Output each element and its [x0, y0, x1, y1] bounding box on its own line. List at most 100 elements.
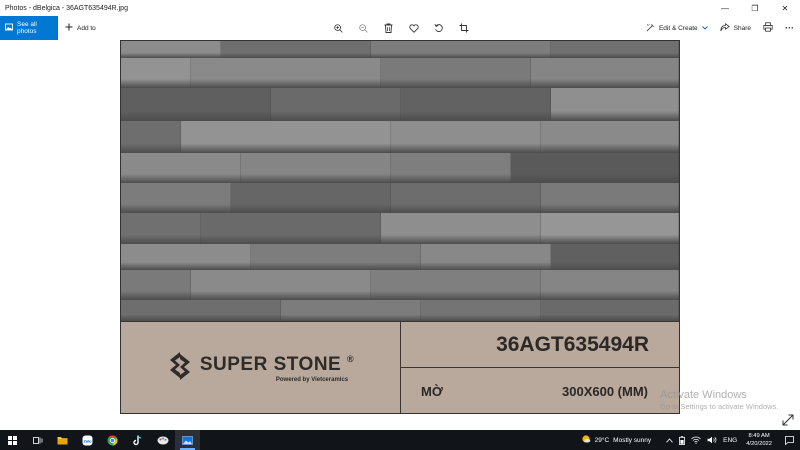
file-explorer-icon[interactable] — [50, 430, 75, 450]
temperature: 29°C — [594, 436, 610, 444]
watermark-title: Activate Windows — [660, 389, 747, 401]
more-options-button[interactable]: ··· — [785, 23, 794, 33]
watermark-subtitle: Go to Settings to activate Windows. — [660, 402, 779, 411]
weather-condition: Mostly sunny — [613, 436, 652, 444]
photos-window: Photos - dBelgica - 36AGT635494R.jpg — ❐… — [0, 0, 800, 430]
stone-slab — [391, 153, 511, 183]
photos-icon — [5, 23, 13, 33]
chevron-down-icon — [701, 25, 708, 32]
printer-icon — [763, 22, 773, 34]
product-code-cell: 36AGT635494R — [401, 322, 679, 368]
stone-slab — [121, 300, 281, 321]
stone-slab — [191, 58, 381, 88]
stone-slab — [531, 58, 679, 88]
stone-slab — [421, 300, 541, 321]
stone-slab — [371, 41, 551, 58]
plus-icon — [65, 23, 73, 33]
super-stone-logo: SUPER STONE ® Powered by Vietceramics — [167, 351, 354, 386]
chevron-up-icon[interactable] — [666, 437, 673, 443]
edit-create-icon — [646, 23, 655, 34]
stone-row — [121, 183, 679, 213]
edit-create-label: Edit & Create — [658, 24, 698, 32]
stone-slab — [121, 183, 231, 213]
heart-icon[interactable] — [406, 21, 421, 36]
battery-icon[interactable] — [679, 435, 686, 445]
share-label: Share — [733, 24, 751, 32]
stone-slab — [121, 121, 181, 153]
stone-slab — [401, 88, 551, 121]
stone-slab — [541, 121, 679, 153]
start-icon[interactable] — [0, 430, 25, 450]
stone-row — [121, 121, 679, 153]
tile-size: 300X600 (MM) — [562, 383, 648, 399]
powered-by-text: Powered by Vietceramics — [275, 376, 349, 383]
date: 4/20/2022 — [746, 441, 772, 447]
see-all-photos-button[interactable]: See all photos — [0, 16, 58, 40]
stone-row — [121, 270, 679, 300]
stone-slab — [121, 58, 191, 88]
stone-texture-image — [121, 41, 679, 321]
stone-slab — [181, 121, 391, 153]
stone-slab — [241, 153, 391, 183]
chrome-icon[interactable] — [100, 430, 125, 450]
toolbar: See all photos Add to Edit & Create Shar… — [0, 16, 800, 40]
zoom-out-icon[interactable] — [356, 21, 371, 36]
paint-icon[interactable] — [150, 430, 175, 450]
stone-slab — [551, 41, 679, 58]
zoom-in-icon[interactable] — [331, 21, 346, 36]
stone-slab — [391, 121, 541, 153]
window-title: Photos - dBelgica - 36AGT635494R.jpg — [5, 4, 128, 12]
wifi-icon[interactable] — [691, 436, 701, 444]
share-icon — [720, 22, 730, 34]
edit-create-button[interactable]: Edit & Create — [646, 23, 708, 34]
stone-slab — [191, 270, 371, 300]
stone-slab — [121, 213, 201, 244]
photos-taskbar-icon[interactable] — [175, 430, 200, 450]
maximize-button[interactable]: ❐ — [740, 0, 770, 16]
stone-row — [121, 244, 679, 270]
print-button[interactable] — [763, 22, 773, 34]
minimize-button[interactable]: — — [710, 0, 740, 16]
volume-icon[interactable] — [707, 436, 717, 444]
finish-type: MỜ — [421, 383, 443, 399]
stone-slab — [541, 300, 679, 321]
share-button[interactable]: Share — [720, 22, 751, 34]
stone-row — [121, 213, 679, 244]
stone-row — [121, 153, 679, 183]
stone-slab — [121, 41, 221, 58]
stone-slab — [551, 88, 679, 121]
super-stone-logo-icon — [167, 351, 193, 386]
stone-slab — [281, 300, 421, 321]
stone-slab — [121, 153, 241, 183]
stone-slab — [231, 183, 391, 213]
stone-slab — [541, 183, 679, 213]
stone-row — [121, 88, 679, 121]
stone-slab — [511, 153, 679, 183]
stone-row — [121, 58, 679, 88]
rotate-icon[interactable] — [431, 21, 446, 36]
add-to-label: Add to — [77, 24, 96, 32]
registered-mark: ® — [347, 353, 355, 364]
stone-slab — [381, 58, 531, 88]
add-to-button[interactable]: Add to — [65, 23, 96, 33]
clock[interactable]: 8:49 AM 4/20/2022 — [746, 432, 772, 448]
photo-canvas[interactable]: SUPER STONE ® Powered by Vietceramics 36… — [120, 40, 680, 414]
stone-slab — [121, 270, 191, 300]
product-code: 36AGT635494R — [496, 332, 649, 356]
expand-icon[interactable] — [782, 413, 794, 426]
stone-slab — [391, 183, 541, 213]
system-tray: 29°C Mostly sunny ENG 8:49 AM 4/20/2022 — [581, 430, 800, 450]
language-indicator[interactable]: ENG — [723, 437, 737, 444]
sun-icon — [581, 434, 591, 446]
delete-icon[interactable] — [381, 21, 396, 36]
task-view-icon[interactable] — [25, 430, 50, 450]
stone-slab — [381, 213, 541, 244]
stone-slab — [551, 244, 679, 270]
title-bar: Photos - dBelgica - 36AGT635494R.jpg — ❐… — [0, 0, 800, 16]
notification-icon[interactable] — [785, 435, 794, 445]
weather-widget[interactable]: 29°C Mostly sunny — [581, 434, 651, 446]
close-button[interactable]: ✕ — [770, 0, 800, 16]
tiktok-icon[interactable] — [125, 430, 150, 450]
zalo-icon[interactable]: Zalo — [75, 430, 100, 450]
crop-icon[interactable] — [456, 21, 471, 36]
